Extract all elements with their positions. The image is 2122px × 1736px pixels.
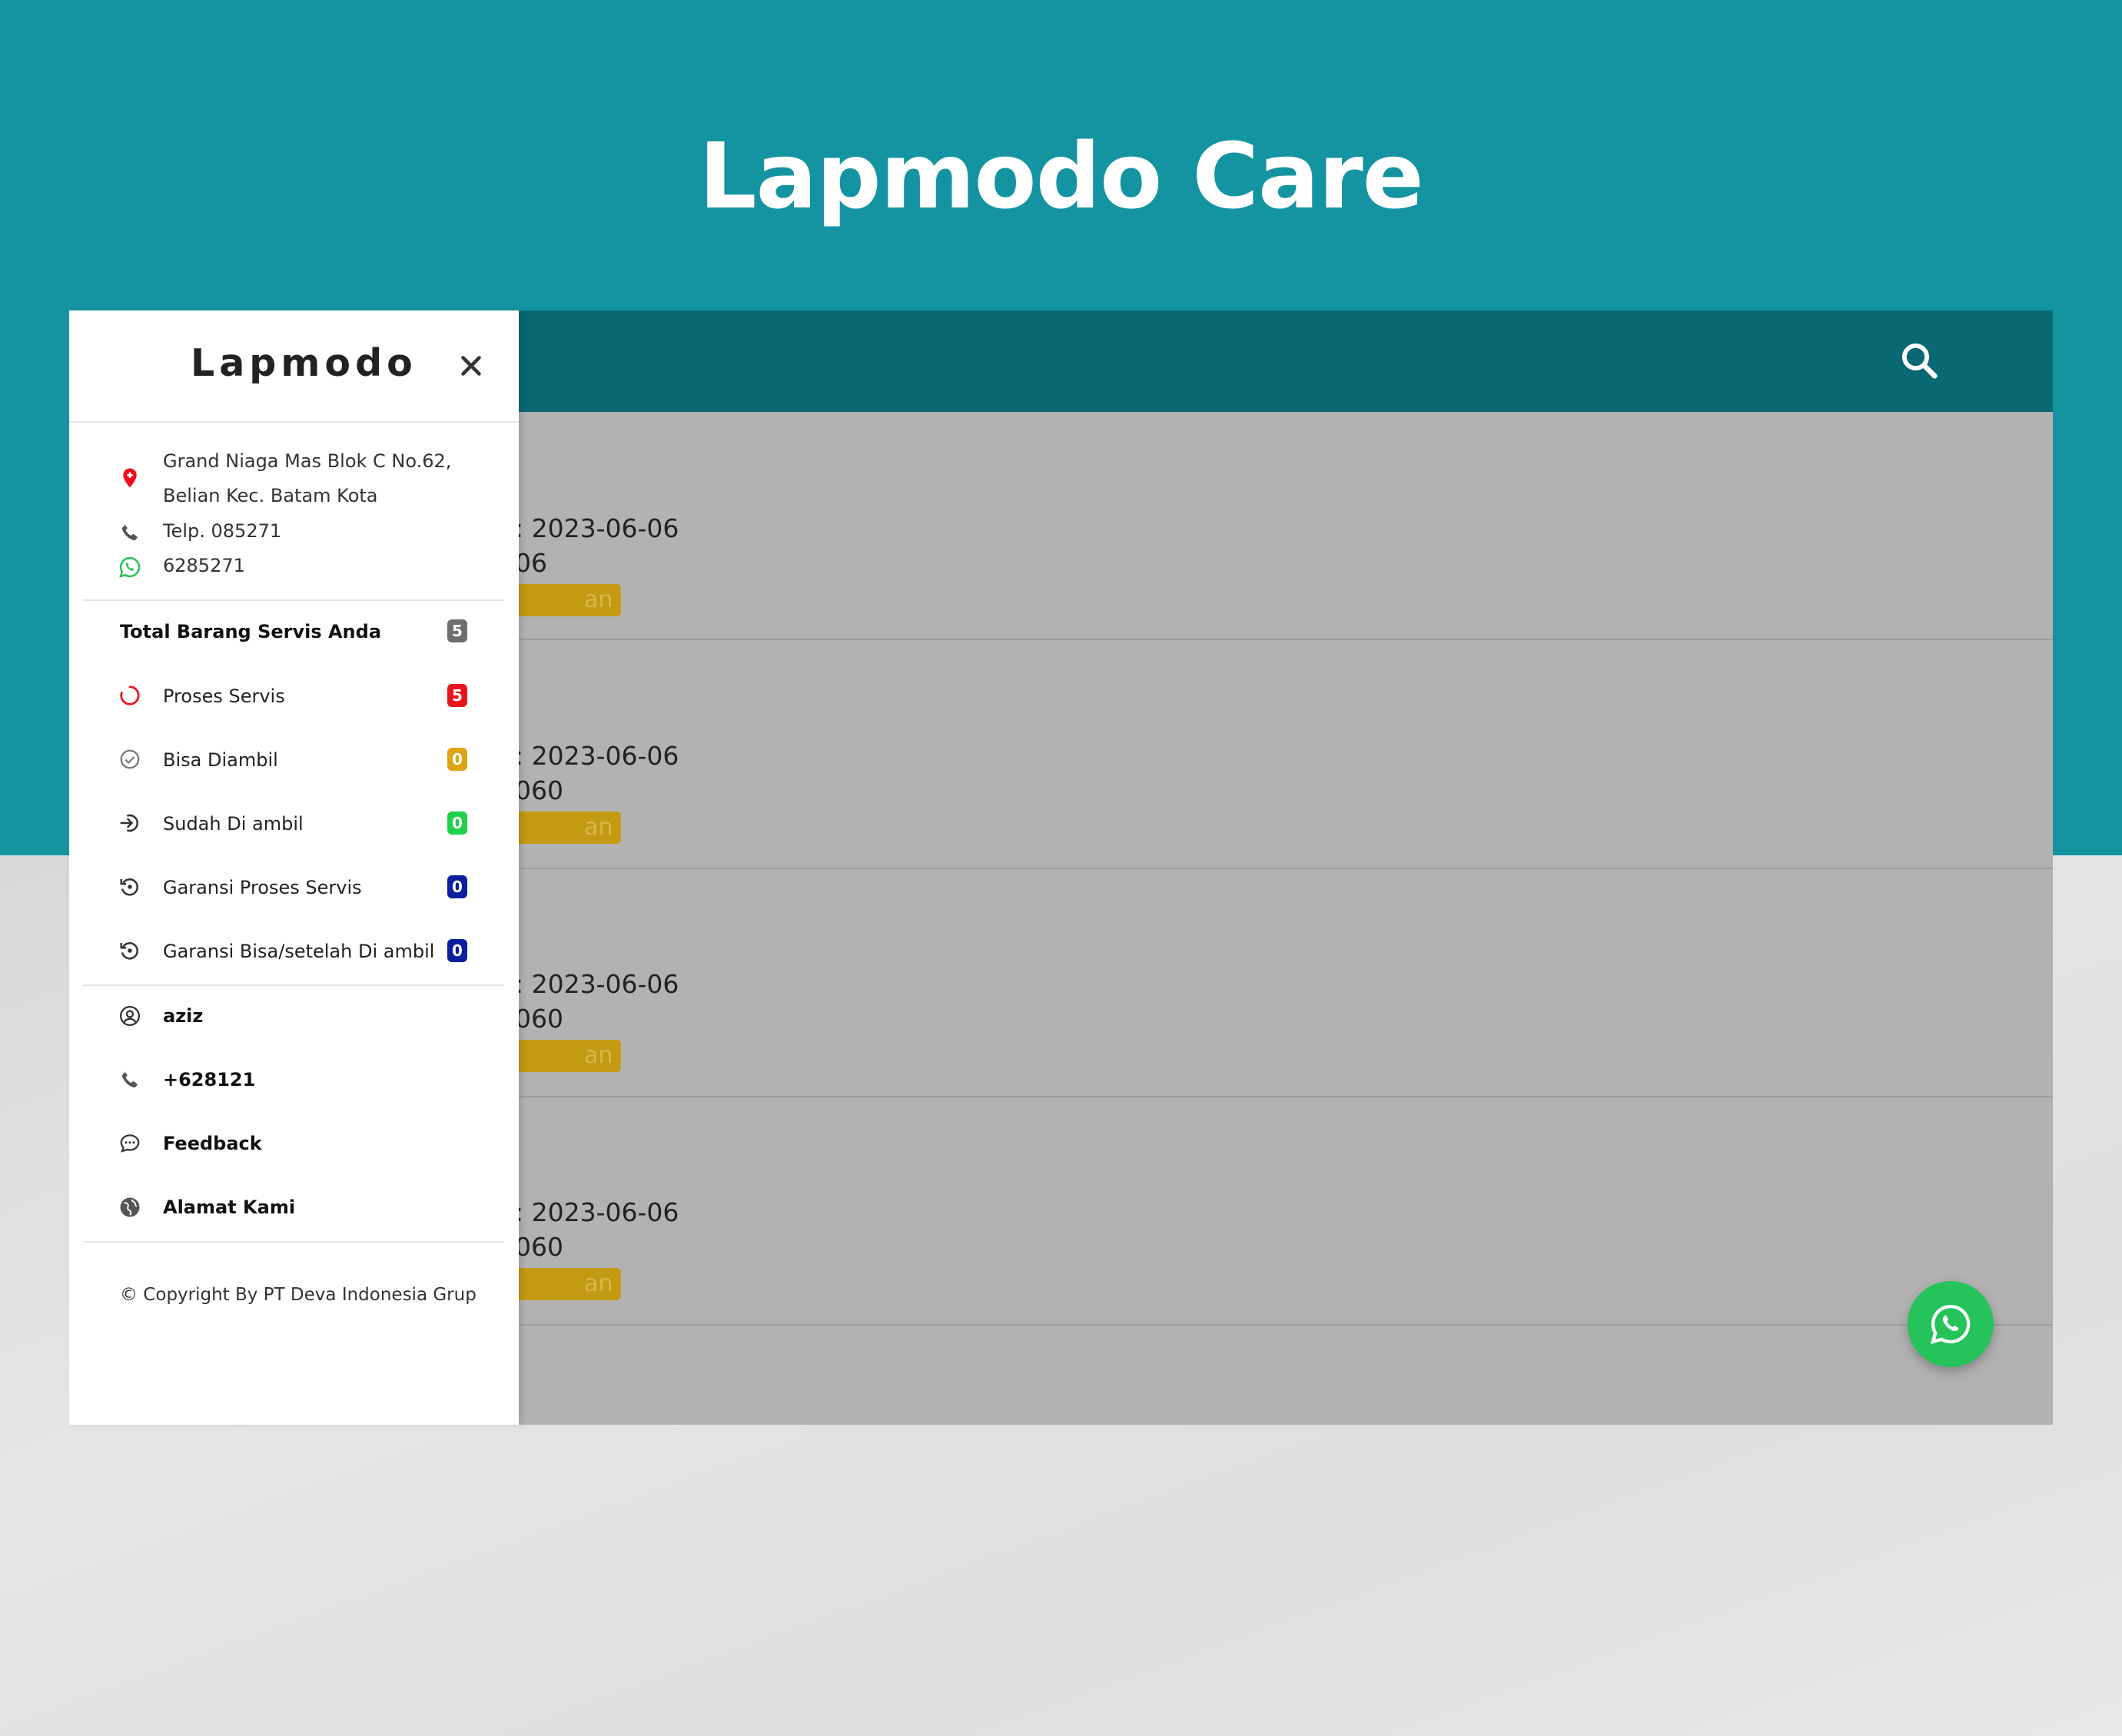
whatsapp-icon xyxy=(1930,1304,1971,1345)
status-label: Sudah Di ambil xyxy=(163,813,304,835)
search-icon[interactable] xyxy=(1898,340,1940,381)
whatsapp-icon xyxy=(119,556,141,578)
warranty-icon xyxy=(120,878,138,896)
brand-logo: Lapmodo xyxy=(191,341,417,385)
service-date: : 2023-06-06 xyxy=(515,513,679,543)
service-code: 060 xyxy=(515,775,563,805)
service-date: : 2023-06-06 xyxy=(515,969,679,999)
drawer-header: Lapmodo xyxy=(69,310,519,423)
address-line-1: Grand Niaga Mas Blok C No.62, xyxy=(163,450,452,472)
divider xyxy=(83,984,504,986)
status-count-badge: 0 xyxy=(447,875,467,898)
chat-icon xyxy=(120,1134,140,1153)
status-label: Garansi Bisa/setelah Di ambil xyxy=(163,941,435,962)
globe-icon xyxy=(120,1197,140,1217)
close-icon[interactable] xyxy=(457,352,485,380)
status-label: Garansi Proses Servis xyxy=(163,877,362,898)
side-drawer: Lapmodo Grand Niaga Mas Blok C No.62, Be… xyxy=(69,310,519,1425)
status-label: Bisa Diambil xyxy=(163,749,278,771)
phone-icon xyxy=(121,524,138,541)
check-circle-icon xyxy=(120,749,140,769)
service-code: 060 xyxy=(515,1232,563,1262)
user-phone: +628121 xyxy=(163,1069,256,1090)
total-count-badge: 5 xyxy=(447,619,467,642)
divider xyxy=(83,599,504,601)
status-count-badge: 5 xyxy=(447,684,467,707)
address-line-2: Belian Kec. Batam Kota xyxy=(163,485,378,506)
warranty-icon xyxy=(120,942,138,960)
sign-in-icon xyxy=(120,814,138,832)
status-count-badge: 0 xyxy=(447,812,467,835)
phone-icon xyxy=(121,1071,138,1088)
service-date: : 2023-06-06 xyxy=(515,741,679,771)
status-count-badge: 0 xyxy=(447,939,467,962)
address-label: Alamat Kami xyxy=(163,1197,296,1218)
page-title: Lapmodo Care xyxy=(699,123,1423,229)
status-label: Proses Servis xyxy=(163,685,285,707)
feedback-label: Feedback xyxy=(163,1133,262,1154)
service-code: 06 xyxy=(515,548,547,578)
spinner-icon xyxy=(120,685,140,705)
whatsapp-button[interactable] xyxy=(1908,1281,1994,1367)
total-service-label: Total Barang Servis Anda xyxy=(120,621,382,642)
user-name: aziz xyxy=(163,1005,204,1027)
map-pin-icon xyxy=(123,468,137,488)
phone-text: Telp. 085271 xyxy=(163,520,282,542)
service-date: : 2023-06-06 xyxy=(515,1197,679,1227)
whatsapp-text: 6285271 xyxy=(163,555,245,576)
service-code: 060 xyxy=(515,1004,563,1034)
status-count-badge: 0 xyxy=(447,748,467,771)
divider xyxy=(83,1241,504,1243)
user-circle-icon xyxy=(120,1006,140,1026)
copyright-text: © Copyright By PT Deva Indonesia Grup xyxy=(120,1285,477,1305)
